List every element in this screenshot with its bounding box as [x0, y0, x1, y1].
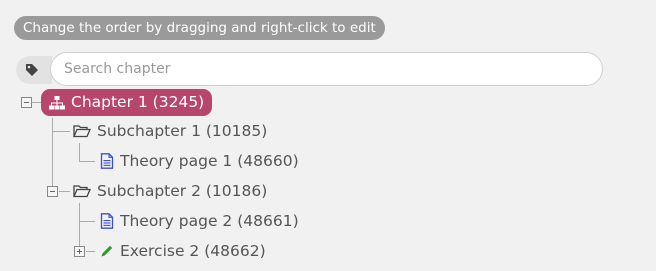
tree-connector [79, 203, 80, 246]
tree-node-subchapter-1[interactable]: Subchapter 1 (10185) [73, 120, 267, 142]
pencil-icon [100, 244, 114, 258]
tree-node-exercise-2[interactable]: Exercise 2 (48662) [100, 240, 266, 262]
tree-connector [86, 251, 95, 252]
tree-node-chapter-1[interactable]: Chapter 1 (3245) [41, 89, 213, 116]
tree-connector [52, 118, 53, 191]
tree-node-label: Exercise 2 (48662) [120, 242, 266, 260]
tree-node-theory-page-2[interactable]: Theory page 2 (48661) [100, 210, 299, 232]
tree-connector [79, 143, 80, 161]
tree-connector [52, 131, 70, 132]
tree-node-theory-page-1[interactable]: Theory page 1 (48660) [100, 150, 299, 172]
collapse-toggle-chapter[interactable] [21, 97, 32, 108]
folder-open-icon [73, 184, 91, 198]
collapse-toggle-subchapter-2[interactable] [47, 186, 58, 197]
tree-connector [79, 161, 95, 162]
tree-node-label: Chapter 1 (3245) [71, 93, 205, 111]
sitemap-icon [49, 95, 65, 110]
expand-toggle-exercise-2[interactable] [74, 246, 85, 257]
tree-connector [79, 221, 95, 222]
tree-node-label: Subchapter 1 (10185) [97, 122, 268, 140]
chapter-tree: Chapter 1 (3245) Subchapter 1 (10185) Th… [0, 0, 656, 271]
tree-node-label: Theory page 1 (48660) [120, 152, 299, 170]
folder-open-icon [73, 124, 91, 138]
tree-node-label: Subchapter 2 (10186) [97, 182, 268, 200]
tree-connector [59, 191, 70, 192]
tree-node-subchapter-2[interactable]: Subchapter 2 (10186) [73, 180, 267, 202]
document-icon [100, 213, 114, 229]
document-icon [100, 153, 114, 169]
tree-node-label: Theory page 2 (48661) [120, 212, 299, 230]
tree-connector [32, 102, 41, 103]
